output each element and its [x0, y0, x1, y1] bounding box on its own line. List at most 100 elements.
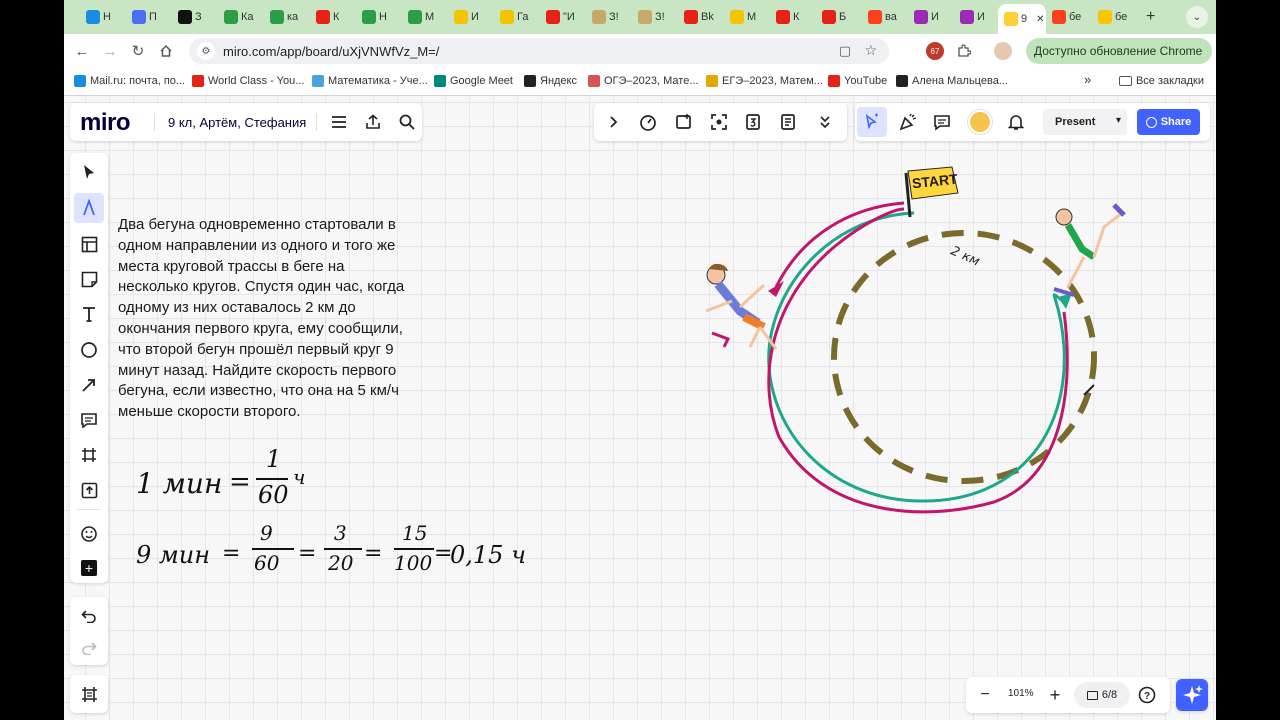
- browser-tab[interactable]: И: [914, 7, 954, 27]
- templates-icon[interactable]: [74, 229, 104, 259]
- bookmark-label: ЕГЭ–2023, Матем...: [722, 75, 823, 87]
- back-icon[interactable]: ←: [72, 41, 92, 61]
- browser-tab[interactable]: "И: [546, 7, 586, 27]
- browser-tab[interactable]: М: [730, 7, 770, 27]
- menu-icon[interactable]: [328, 111, 350, 133]
- browser-tab[interactable]: Б: [822, 7, 862, 27]
- browser-tab[interactable]: К: [776, 7, 816, 27]
- browser-tab[interactable]: З!: [592, 7, 632, 27]
- browser-tab[interactable]: И: [454, 7, 494, 27]
- bookmark-item[interactable]: Математика - Уче...: [312, 75, 428, 87]
- browser-tab[interactable]: Ка: [224, 7, 264, 27]
- connector-arrow-icon[interactable]: [74, 370, 104, 400]
- pen-tool-icon[interactable]: [74, 193, 104, 223]
- browser-tab[interactable]: М: [408, 7, 448, 27]
- miro-board-canvas[interactable]: START 2 км Два бегуна одновременно старт…: [64, 97, 1216, 720]
- forward-icon[interactable]: →: [100, 41, 120, 61]
- redo-icon[interactable]: [74, 633, 104, 663]
- bookmark-star-icon[interactable]: ☆: [864, 42, 877, 59]
- reactions-cursor-icon[interactable]: [857, 107, 887, 137]
- text-tool-icon[interactable]: [74, 299, 104, 329]
- browser-tab[interactable]: бе: [1052, 7, 1092, 27]
- focus-icon[interactable]: [708, 111, 730, 133]
- comment-tool-icon[interactable]: [74, 405, 104, 435]
- zoom-out-icon[interactable]: −: [974, 684, 996, 706]
- browser-tab[interactable]: З: [178, 7, 218, 27]
- frame-tool-icon[interactable]: [74, 440, 104, 470]
- more-chevron-icon[interactable]: [814, 111, 836, 133]
- share-button[interactable]: Share: [1137, 109, 1200, 135]
- reload-icon[interactable]: ↻: [128, 41, 148, 61]
- handwritten-line-2[interactable]: 9 мин = 9 60 = 3 20 = 15 100 = 0,15 ч: [136, 519, 536, 589]
- frames-pager-button[interactable]: 6/8: [1074, 682, 1130, 708]
- notes-icon[interactable]: [777, 111, 799, 133]
- browser-tab[interactable]: ка: [270, 7, 310, 27]
- chevron-down-icon[interactable]: ▾: [1116, 115, 1121, 126]
- extension-icon[interactable]: 67: [926, 42, 944, 60]
- browser-tab[interactable]: Вk: [684, 7, 724, 27]
- browser-tab[interactable]: П: [132, 7, 172, 27]
- share-label: Share: [1160, 116, 1192, 128]
- bookmarks-overflow-icon[interactable]: »: [1084, 72, 1091, 87]
- undo-icon[interactable]: [74, 601, 104, 631]
- select-cursor-icon[interactable]: [74, 157, 104, 187]
- tab-search-icon[interactable]: ⌄: [1186, 6, 1208, 28]
- apps-smiley-icon[interactable]: [74, 519, 104, 549]
- browser-tab[interactable]: бе: [1098, 7, 1138, 27]
- countdown-icon[interactable]: [742, 111, 764, 133]
- browser-tab[interactable]: К: [316, 7, 356, 27]
- chrome-update-button[interactable]: Доступно обновление Chrome: [1026, 38, 1212, 64]
- bookmark-item[interactable]: YouTube: [828, 75, 887, 87]
- browser-tab[interactable]: И: [960, 7, 1000, 27]
- browser-tab[interactable]: З!: [638, 7, 678, 27]
- profile-avatar[interactable]: [994, 42, 1012, 60]
- ai-assist-button[interactable]: [1176, 679, 1208, 711]
- tab-title: "И: [563, 11, 575, 23]
- bookmark-item[interactable]: Алена Мальцева...: [896, 75, 1008, 87]
- sticky-note-icon[interactable]: [74, 264, 104, 294]
- tab-title: ва: [885, 11, 897, 23]
- bookmark-item[interactable]: Яндекс: [524, 75, 577, 87]
- all-bookmarks-button[interactable]: Все закладки: [1118, 75, 1204, 87]
- zoom-level[interactable]: 101%: [1008, 688, 1034, 699]
- upload-icon[interactable]: [74, 475, 104, 505]
- bookmark-item[interactable]: Mail.ru: почта, по...: [74, 75, 185, 87]
- help-icon[interactable]: ?: [1136, 684, 1158, 706]
- bookmark-item[interactable]: ЕГЭ–2023, Матем...: [706, 75, 823, 87]
- timer-icon[interactable]: [637, 111, 659, 133]
- zoom-in-icon[interactable]: +: [1044, 684, 1066, 706]
- handwritten-line-1[interactable]: 1 мин = 1 60 ч: [136, 445, 326, 515]
- miro-logo[interactable]: miro: [80, 109, 131, 137]
- more-apps-plus-icon[interactable]: +: [74, 553, 104, 583]
- export-icon[interactable]: [362, 111, 384, 133]
- shape-tool-icon[interactable]: [74, 335, 104, 365]
- search-icon[interactable]: [396, 111, 418, 133]
- address-bar[interactable]: ⚙ miro.com/app/board/uXjVNWfVz_M=/ ▢ ☆: [189, 38, 889, 64]
- tab-title: З: [195, 11, 202, 23]
- problem-text[interactable]: Два бегуна одновременно стартовали в одн…: [118, 215, 418, 423]
- present-button[interactable]: Present ▾: [1043, 109, 1127, 135]
- extensions-puzzle-icon[interactable]: [954, 41, 974, 61]
- board-name[interactable]: 9 кл, Артём, Стефания: [168, 115, 306, 130]
- frames-list-icon[interactable]: [74, 679, 104, 709]
- home-icon[interactable]: [156, 41, 176, 61]
- site-settings-icon[interactable]: ⚙: [197, 42, 215, 60]
- browser-tab[interactable]: 9 ✕: [998, 4, 1046, 34]
- install-icon[interactable]: ▢: [839, 43, 851, 59]
- browser-tab[interactable]: Н: [86, 7, 126, 27]
- bookmark-item[interactable]: ОГЭ–2023, Мате...: [588, 75, 698, 87]
- browser-tab[interactable]: Га: [500, 7, 540, 27]
- new-tab-button[interactable]: +: [1146, 7, 1155, 27]
- bookmark-item[interactable]: Google Meet: [434, 75, 513, 87]
- chevron-right-icon[interactable]: [602, 111, 624, 133]
- add-frame-icon[interactable]: [673, 111, 695, 133]
- divider: [154, 113, 155, 131]
- comments-icon[interactable]: [931, 111, 953, 133]
- browser-tab[interactable]: ва: [868, 7, 908, 27]
- user-avatar[interactable]: [968, 110, 992, 134]
- notifications-bell-icon[interactable]: [1005, 111, 1027, 133]
- bookmark-item[interactable]: World Class - You...: [192, 75, 304, 87]
- browser-tab[interactable]: Н: [362, 7, 402, 27]
- celebrate-icon[interactable]: [897, 111, 919, 133]
- close-tab-icon[interactable]: ✕: [1036, 14, 1044, 25]
